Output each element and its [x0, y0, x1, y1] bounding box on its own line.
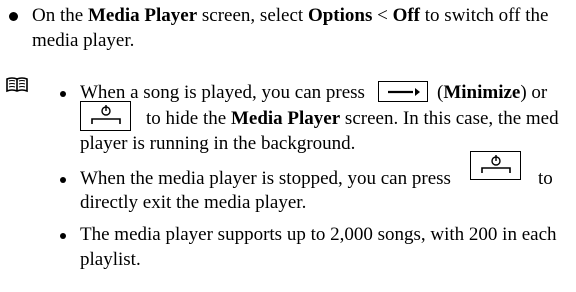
note-3-line-1: The media player supports up to 2,000 so…	[80, 224, 557, 245]
end-key-icon	[470, 151, 521, 180]
bullet	[60, 233, 66, 239]
options-label: Options	[307, 5, 373, 26]
instruction-line-2: media player.	[32, 30, 135, 51]
note-2-line-1: When the media player is stopped, you ca…	[80, 168, 451, 189]
bullet	[60, 177, 66, 183]
media-player-label: Media Player	[87, 5, 198, 26]
note-2-to: to	[538, 168, 553, 189]
note-1-line-2: to hide the Media Player screen. In this…	[146, 108, 559, 129]
media-player-label: Media Player	[230, 108, 341, 129]
note-1-line-3: player is running in the background.	[80, 133, 356, 154]
note-2-line-2: directly exit the media player.	[80, 192, 307, 213]
end-key-icon	[80, 101, 131, 131]
minimize-key-icon	[378, 81, 428, 102]
bullet	[60, 91, 66, 97]
minimize-label: Minimize	[443, 82, 521, 103]
note-1-line-1-end: (Minimize) or	[437, 82, 548, 103]
note-3-line-2: playlist.	[80, 249, 141, 270]
book-icon	[6, 76, 28, 93]
instruction-line-1: On the Media Player screen, select Optio…	[32, 5, 549, 26]
bullet	[9, 12, 18, 21]
off-label: Off	[392, 5, 421, 26]
